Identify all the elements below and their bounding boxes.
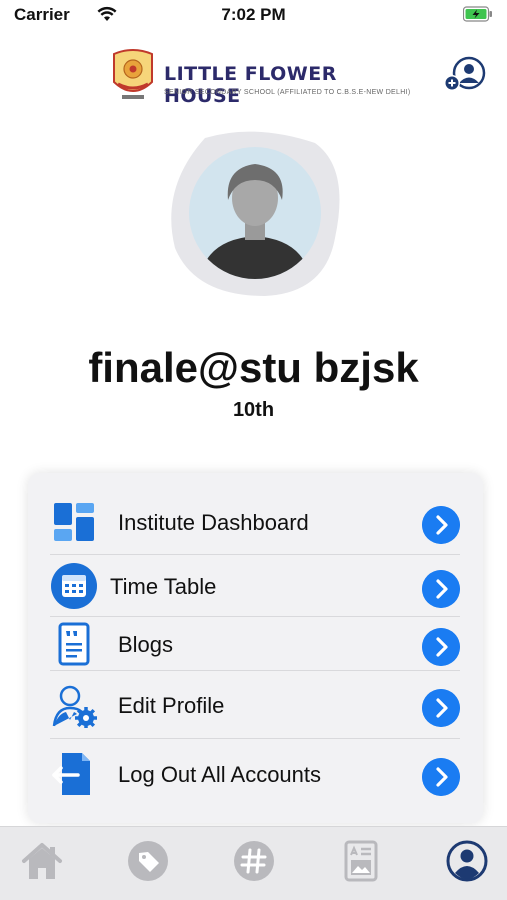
add-account-icon[interactable] — [443, 56, 487, 94]
chevron-right-icon[interactable] — [422, 758, 460, 796]
tab-bar — [0, 826, 507, 900]
chevron-right-icon[interactable] — [422, 628, 460, 666]
menu-item-label: Time Table — [110, 574, 217, 599]
divider — [50, 738, 460, 739]
menu-item-label: Log Out All Accounts — [118, 762, 322, 787]
blog-icon — [58, 622, 90, 666]
menu-item-label: Blogs — [118, 632, 174, 657]
user-class: 10th — [232, 399, 275, 421]
user-settings-icon — [52, 685, 97, 728]
avatar[interactable] — [165, 128, 345, 298]
menu-item-edit-profile[interactable]: Edit Profile — [48, 674, 460, 734]
logout-icon — [52, 753, 90, 795]
dashboard-icon — [54, 503, 94, 541]
school-name: LITTLE FLOWER HOUSE — [164, 63, 337, 107]
chevron-right-icon[interactable] — [422, 570, 460, 608]
chevron-right-icon[interactable] — [422, 506, 460, 544]
divider — [50, 670, 460, 671]
user-name: finale@stu bzjsk — [88, 344, 419, 391]
menu-item-institute-dashboard[interactable]: Institute Dashboard — [48, 491, 460, 551]
profile-icon[interactable] — [445, 839, 489, 883]
school-subtitle: SENIOR SECONDARY SCHOOL (AFFILIATED TO C… — [164, 89, 411, 96]
clock: 7:02 PM — [221, 5, 286, 24]
menu-item-label: Edit Profile — [118, 693, 225, 718]
chevron-right-icon[interactable] — [422, 689, 460, 727]
menu-item-log-out-all-accounts[interactable]: Log Out All Accounts — [48, 743, 460, 803]
app-header: LITTLE FLOWER HOUSE SENIOR SECONDARY SCH… — [0, 40, 507, 110]
menu-card: Institute Dashboard Time Table Blogs Edi… — [28, 473, 483, 823]
school-logo: LITTLE FLOWER HOUSE SENIOR SECONDARY SCH… — [108, 48, 410, 107]
tag-icon[interactable] — [126, 839, 170, 883]
battery-charging-icon — [463, 6, 492, 22]
school-crest-icon — [113, 49, 153, 99]
news-icon[interactable] — [339, 839, 383, 883]
calendar-icon — [51, 563, 97, 609]
menu-item-label: Institute Dashboard — [118, 510, 309, 535]
menu-item-blogs[interactable]: Blogs — [48, 613, 460, 673]
home-icon[interactable] — [20, 839, 64, 883]
menu-item-time-table[interactable]: Time Table — [48, 555, 460, 615]
hashtag-icon[interactable] — [232, 839, 276, 883]
status-bar: Carrier 7:02 PM — [0, 0, 507, 30]
